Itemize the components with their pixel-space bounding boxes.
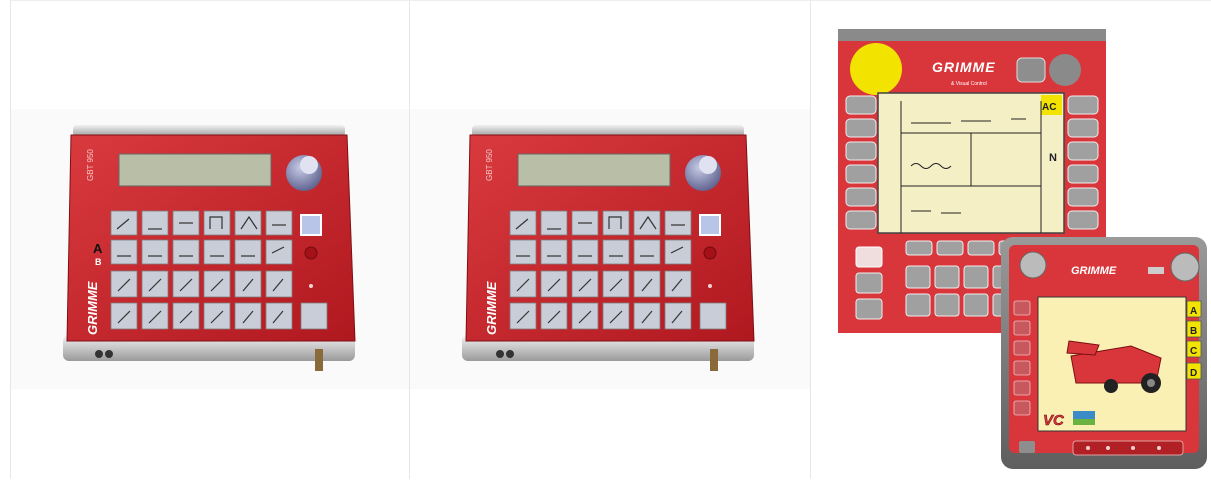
- gallery-item-1[interactable]: GBT 950 GRIMME A A B: [10, 0, 410, 479]
- gallery-item-2[interactable]: GBT 950 GRIMME: [410, 0, 811, 479]
- corner-letters: AC: [1042, 102, 1056, 113]
- image-gallery: GBT 950 GRIMME A A B: [0, 0, 1211, 479]
- gallery-item-3[interactable]: GRIMME & Visual Control AC N GRIMME A B …: [811, 0, 1211, 479]
- row-letter-b: B: [95, 257, 102, 267]
- row-letter-a2: A: [93, 241, 103, 256]
- side-letter-d: D: [1190, 368, 1197, 379]
- n-icon: N: [1049, 152, 1057, 164]
- vc-logo: VC: [1043, 412, 1065, 429]
- brand-vertical-text: GRIMME: [85, 281, 100, 335]
- side-model-text: GBT 950: [86, 149, 95, 181]
- terminal-photo-2: GBT 950 GRIMME: [462, 125, 755, 371]
- side-letter-c: C: [1190, 346, 1197, 357]
- side-letter-a: A: [1190, 306, 1197, 317]
- side-model-text: GBT 950: [485, 149, 494, 181]
- brand-logo: GRIMME: [932, 59, 996, 75]
- terminal-photo-1: GBT 950 GRIMME A A B: [63, 125, 356, 371]
- brand-vertical-text: GRIMME: [484, 281, 499, 335]
- side-letter-b: B: [1190, 326, 1197, 337]
- brand-subtitle: & Visual Control: [951, 81, 987, 87]
- brand-logo-small: GRIMME: [1071, 265, 1117, 277]
- visual-control-photo: GRIMME & Visual Control AC N GRIMME A B …: [838, 29, 1207, 469]
